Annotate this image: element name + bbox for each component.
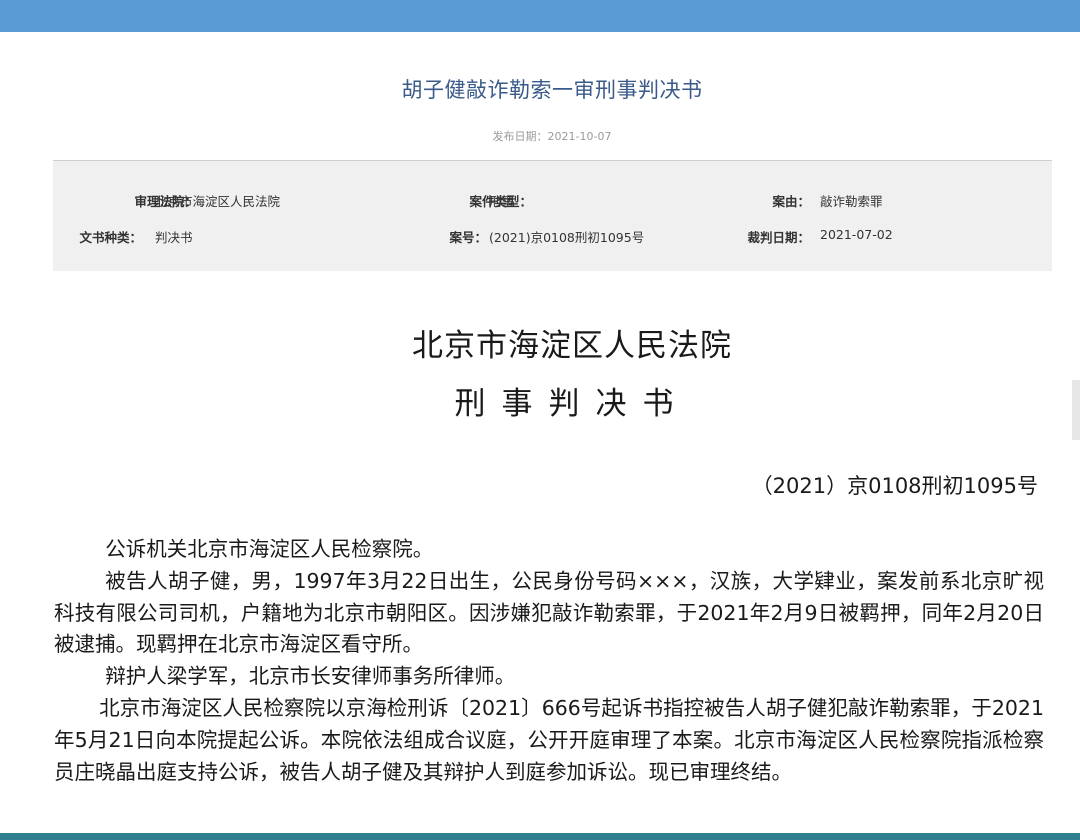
doc-type-value: 判决书 bbox=[155, 230, 193, 245]
doc-type-label: 文书种类： bbox=[79, 230, 142, 245]
proceedings-paragraph: 北京市海淀区人民检察院以京海检刑诉〔2021〕666号起诉书指控被告人胡子健犯敲… bbox=[54, 695, 1044, 784]
court-heading: 北京市海淀区人民法院 bbox=[412, 328, 732, 364]
defendant-paragraph: 被告人胡子健，男，1997年3月22日出生，公民身份号码×××，汉族，大学肄业，… bbox=[54, 568, 1044, 657]
document-kind-heading: 刑事判决书 bbox=[454, 386, 690, 422]
publish-date: 发布日期：2021-10-07 bbox=[492, 130, 612, 143]
top-banner bbox=[0, 0, 1080, 32]
judgment-date-label: 裁判日期： bbox=[747, 230, 810, 245]
case-no-value: (2021)京0108刑初1095号 bbox=[489, 230, 645, 245]
case-type-value: 刑事 bbox=[489, 194, 515, 209]
judgment-body: 公诉机关北京市海淀区人民检察院。 被告人胡子健，男，1997年3月22日出生，公… bbox=[54, 534, 1044, 788]
cause-label: 案由： bbox=[772, 194, 810, 209]
counsel-paragraph: 辩护人梁学军，北京市长安律师事务所律师。 bbox=[105, 664, 516, 689]
scrollbar-thumb[interactable] bbox=[1072, 380, 1080, 440]
bottom-bar bbox=[0, 833, 1080, 840]
judgment-date-value: 2021-07-02 bbox=[820, 227, 893, 242]
cause-value: 敲诈勒索罪 bbox=[820, 194, 883, 209]
page-title: 胡子健敲诈勒索一审刑事判决书 bbox=[401, 78, 703, 102]
case-number: （2021）京0108刑初1095号 bbox=[751, 474, 1038, 498]
court-value: 北京市海淀区人民法院 bbox=[155, 194, 281, 209]
case-info-panel: 审理法院： 北京市海淀区人民法院 案件类型： 刑事 案由： 敲诈勒索罪 文书种类… bbox=[53, 160, 1052, 271]
case-no-label: 案号： bbox=[449, 230, 487, 245]
prosecution-paragraph: 公诉机关北京市海淀区人民检察院。 bbox=[105, 537, 434, 561]
